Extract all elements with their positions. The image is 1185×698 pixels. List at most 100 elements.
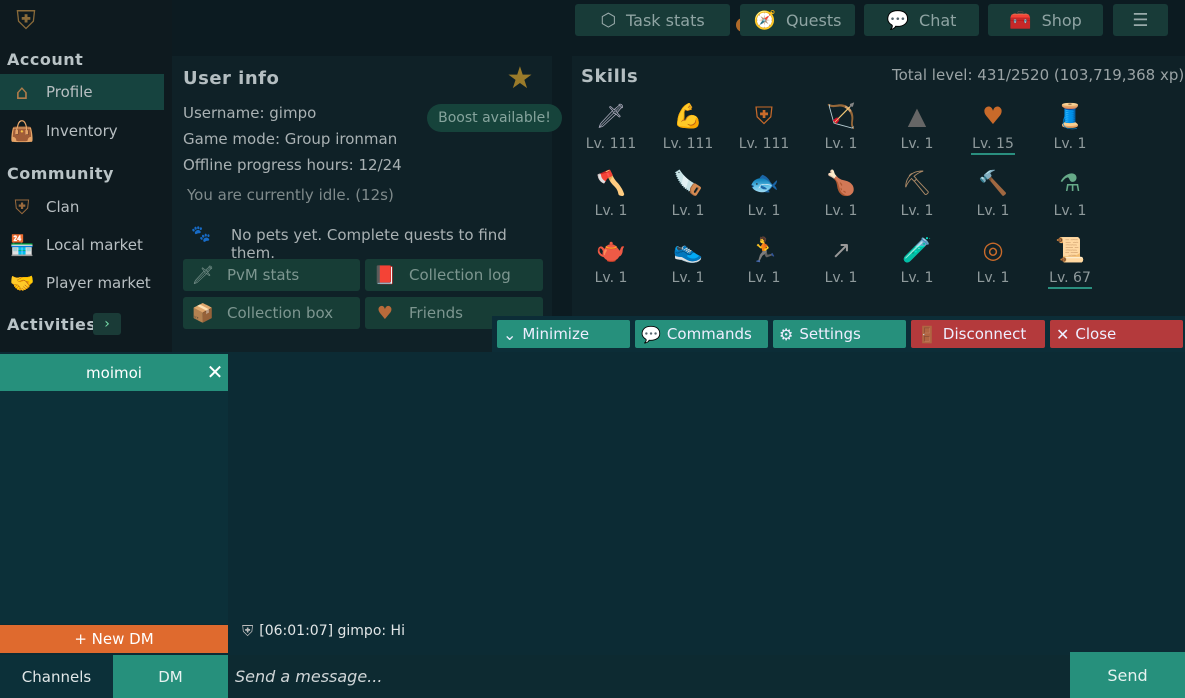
xp-star-icon: ★ <box>506 60 534 96</box>
skill-farming[interactable]: 🫖 Lv. 1 <box>581 233 641 291</box>
axe-stump-icon: 🪓 <box>596 169 626 197</box>
dm-conversation-tab[interactable]: moimoi <box>0 354 228 391</box>
skill-slayer[interactable]: ◎ Lv. 1 <box>963 233 1023 291</box>
ironman-shield-icon: ⛨ <box>242 622 254 640</box>
user-info-title: User info <box>183 68 280 89</box>
disconnect-button[interactable]: 🚪 Disconnect <box>911 320 1045 348</box>
task-stats-label: Task stats <box>626 10 705 30</box>
level-progress-line <box>971 153 1015 155</box>
activities-heading: Activities <box>7 315 97 334</box>
door-icon: 🚪 <box>917 324 937 344</box>
chat-message-text: [06:01:07] gimpo: Hi <box>259 623 405 639</box>
skill-level: Lv. 1 <box>976 203 1010 219</box>
pvm-stats-label: PvM stats <box>227 266 300 284</box>
shop-icon: 🏪 <box>9 233 35 257</box>
flexed-arm-icon: 💪 <box>673 102 703 130</box>
skill-herblore[interactable]: ⚗ Lv. 1 <box>1040 166 1100 224</box>
skill-cooking[interactable]: 🍗 Lv. 1 <box>811 166 871 224</box>
hammer-icon: 🔨 <box>978 169 1008 197</box>
skill-construction[interactable]: 📜 Lv. 67 <box>1040 233 1100 291</box>
game-logo-icon[interactable]: ⛨ <box>8 3 44 39</box>
sidebar-item-inventory[interactable]: 👜 Inventory <box>0 113 164 149</box>
skill-woodcutting[interactable]: 🪓 Lv. 1 <box>581 166 641 224</box>
skill-defence[interactable]: ⛨ Lv. 111 <box>734 99 794 157</box>
skill-level: Lv. 1 <box>824 270 858 286</box>
saw-icon: 🪚 <box>673 169 703 197</box>
collection-box-label: Collection box <box>227 304 334 322</box>
close-icon: ✕ <box>1056 324 1070 344</box>
skill-level: Lv. 1 <box>824 136 858 152</box>
commands-button[interactable]: 💬 Commands <box>635 320 768 348</box>
hamburger-menu-icon: ☰ <box>1132 9 1149 31</box>
skill-level: Lv. 1 <box>594 270 628 286</box>
skill-hunter[interactable]: ↗ Lv. 1 <box>811 233 871 291</box>
skill-magic[interactable]: ▲ Lv. 1 <box>887 99 947 157</box>
boost-button[interactable]: Boost available! <box>427 104 562 132</box>
sidebar-item-clan[interactable]: ⛨ Clan <box>0 189 164 225</box>
task-stats-button[interactable]: ⬡ Task stats <box>575 4 730 36</box>
shield-icon: ⛨ <box>755 102 773 130</box>
minimize-button[interactable]: ⌄ Minimize <box>497 320 630 348</box>
pvm-stats-button[interactable]: 🗡 PvM stats <box>183 259 360 291</box>
skill-level: Lv. 111 <box>738 136 790 152</box>
offline-hours-text: Offline progress hours: 12/24 <box>183 156 402 174</box>
pickaxe-icon: ⛏ <box>901 169 933 197</box>
sidebar-item-player-market[interactable]: 🤝 Player market <box>0 265 164 301</box>
close-dm-icon[interactable]: ✕ <box>205 360 225 384</box>
skill-hitpoints[interactable]: ♥ Lv. 15 <box>963 99 1023 157</box>
skill-level: Lv. 111 <box>585 136 637 152</box>
skill-fishing[interactable]: 🐟 Lv. 1 <box>734 166 794 224</box>
expand-activities-button[interactable]: › <box>93 313 121 335</box>
handshake-icon: 🤝 <box>9 271 35 295</box>
skill-mining[interactable]: ⛏ Lv. 1 <box>887 166 947 224</box>
quest-icon: 🧭 <box>753 9 776 31</box>
skill-ranged[interactable]: 🏹 Lv. 1 <box>811 99 871 157</box>
target-icon: ◎ <box>982 236 1004 264</box>
heart-icon: ♥ <box>376 302 394 324</box>
skill-level: Lv. 67 <box>1049 270 1091 286</box>
settings-label: Settings <box>799 325 861 343</box>
skill-crafting[interactable]: 🧵 Lv. 1 <box>1040 99 1100 157</box>
tab-channels[interactable]: Channels <box>0 655 113 698</box>
skill-level: Lv. 1 <box>671 203 705 219</box>
message-input[interactable] <box>228 655 1070 698</box>
skill-level: Lv. 1 <box>1053 203 1087 219</box>
username-text: Username: gimpo <box>183 104 317 122</box>
tab-dm[interactable]: DM <box>113 655 228 698</box>
sidebar-item-profile[interactable]: ⌂ Profile <box>0 74 164 110</box>
new-dm-label: + New DM <box>74 630 154 648</box>
quests-button[interactable]: 🧭 Quests <box>740 4 855 36</box>
wizard-hat-icon: ▲ <box>907 102 927 130</box>
bow-icon: 🏹 <box>826 102 856 130</box>
shop-button[interactable]: 🧰 Shop <box>988 4 1103 36</box>
skill-alchemy[interactable]: 🧪 Lv. 1 <box>887 233 947 291</box>
chat-button[interactable]: 💬 Chat <box>864 4 979 36</box>
hexagon-icon: ⬡ <box>600 9 617 31</box>
commands-label: Commands <box>666 325 752 343</box>
collection-box-button[interactable]: 📦 Collection box <box>183 297 360 329</box>
skill-agility[interactable]: 👟 Lv. 1 <box>658 233 718 291</box>
skill-smithing[interactable]: 🔨 Lv. 1 <box>963 166 1023 224</box>
collection-log-button[interactable]: 📕 Collection log <box>365 259 543 291</box>
sidebar-item-local-market[interactable]: 🏪 Local market <box>0 227 164 263</box>
skill-level: Lv. 1 <box>900 270 934 286</box>
skill-level: Lv. 15 <box>972 136 1014 152</box>
settings-button[interactable]: ⚙ Settings <box>773 320 906 348</box>
thread-spool-icon: 🧵 <box>1055 102 1085 130</box>
close-button[interactable]: ✕ Close <box>1050 320 1183 348</box>
send-button[interactable]: Send <box>1070 652 1185 698</box>
dm-list <box>0 391 228 624</box>
skill-thieving[interactable]: 🏃 Lv. 1 <box>734 233 794 291</box>
sidebar-item-label: Clan <box>46 198 80 216</box>
sidebar: ⛨ Account ⌂ Profile 👜 Inventory Communit… <box>0 0 172 352</box>
idle-status-text: You are currently idle. (12s) <box>187 186 394 204</box>
skill-level: Lv. 1 <box>900 136 934 152</box>
skill-attack[interactable]: 🗡 Lv. 111 <box>581 99 641 157</box>
skill-fletching[interactable]: 🪚 Lv. 1 <box>658 166 718 224</box>
new-dm-button[interactable]: + New DM <box>0 625 228 653</box>
disconnect-label: Disconnect <box>942 325 1027 343</box>
box-icon: 📦 <box>191 302 215 324</box>
game-mode-text: Game mode: Group ironman <box>183 130 398 148</box>
skill-strength[interactable]: 💪 Lv. 111 <box>658 99 718 157</box>
menu-button[interactable]: ☰ <box>1113 4 1168 36</box>
